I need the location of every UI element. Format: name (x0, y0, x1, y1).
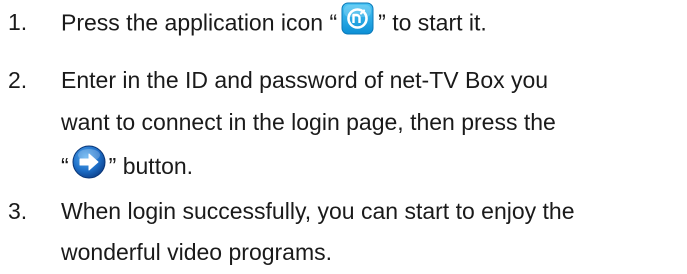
instruction-steps: 1. Press the application icon “ ” to sta… (0, 0, 687, 274)
step-text-line-1: When login successfully, you can start t… (61, 198, 575, 224)
step-text-line-2: wonderful video programs. (61, 239, 333, 265)
step-text-line-3: “ ” button. (61, 145, 194, 186)
step-text-after-icon: ” button. (108, 153, 194, 180)
step-number: 2. (8, 67, 28, 93)
step-text-before-icon: Press the application icon “ (61, 9, 338, 36)
step-number: 3. (8, 198, 28, 224)
step-text-before-icon: “ (61, 153, 69, 180)
step-text-line-1: Enter in the ID and password of net-TV B… (61, 67, 549, 93)
step-number: 1. (8, 9, 28, 35)
step-text: Press the application icon “ ” to start … (61, 2, 487, 41)
step-text-after-icon: ” to start it. (378, 9, 487, 36)
arrow-right-icon (69, 145, 109, 186)
app-logo-icon (337, 2, 378, 41)
step-text-line-2: want to connect in the login page, then … (61, 109, 556, 135)
